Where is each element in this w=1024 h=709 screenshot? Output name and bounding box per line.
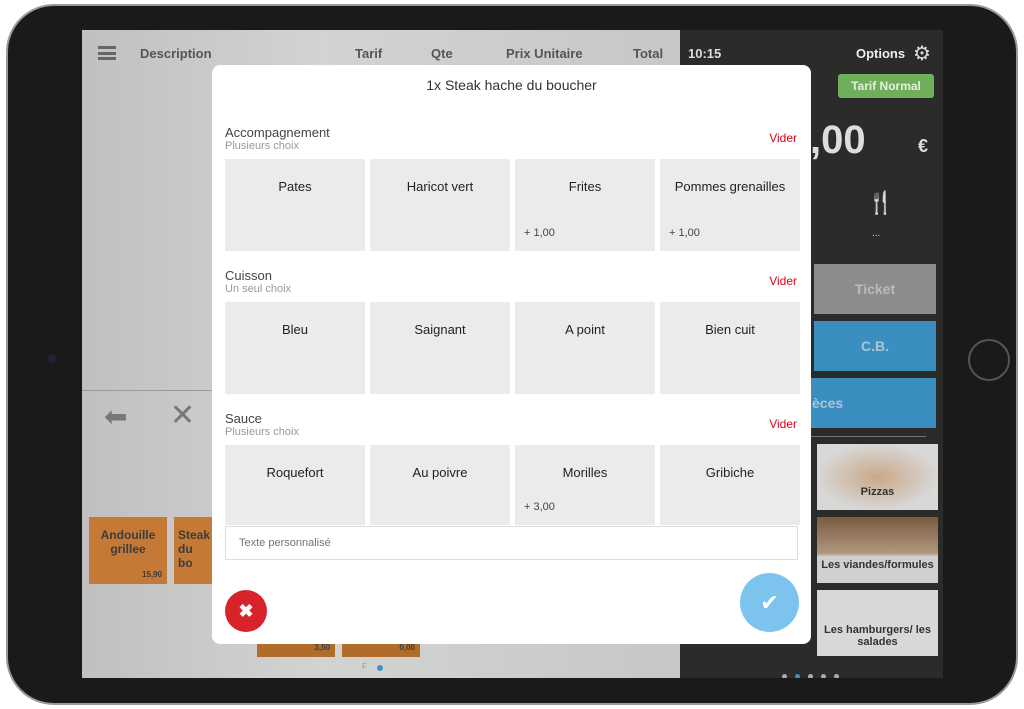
pagination (782, 666, 839, 678)
category-pizzas[interactable]: Pizzas (817, 444, 938, 510)
option-label: Frites (568, 179, 602, 194)
option-label: Morilles (562, 465, 608, 480)
option-tile[interactable]: Gribiche (660, 445, 800, 525)
delete-icon[interactable]: ✕ (170, 398, 195, 433)
currency: € (918, 136, 929, 156)
clear-button[interactable]: Vider (769, 131, 797, 145)
option-label: A point (565, 322, 605, 337)
option-label: Saignant (414, 322, 466, 337)
option-label: Bien cuit (705, 322, 755, 337)
section-title: Accompagnement (225, 125, 330, 140)
section-title: Cuisson (225, 268, 272, 283)
option-tile[interactable]: A point (515, 302, 655, 394)
cancel-button[interactable]: ✖ (225, 590, 267, 632)
menu-icon[interactable] (98, 46, 116, 60)
clock: 10:15 (688, 46, 722, 61)
option-label: Gribiche (705, 465, 755, 480)
category-hamburgers[interactable]: Les hamburgers/ les salades (817, 590, 938, 656)
back-arrow-icon[interactable]: ⬅ (104, 400, 127, 433)
close-icon: ✖ (238, 601, 254, 621)
product-tile[interactable]: Andouille grillee 15,90 (89, 517, 167, 584)
cutlery-icon[interactable]: 🍴 (867, 190, 894, 216)
custom-text-input[interactable] (225, 526, 798, 560)
clear-button[interactable]: Vider (769, 417, 797, 431)
option-tile[interactable]: Au poivre (370, 445, 510, 525)
option-label: Roquefort (266, 465, 324, 480)
dialog-title: 1x Steak hache du boucher (426, 77, 597, 93)
option-label: Au poivre (412, 465, 468, 480)
header-prix-unitaire: Prix Unitaire (506, 46, 583, 61)
especes-button[interactable]: èces (790, 378, 936, 428)
option-tile[interactable]: Pommes grenailles + 1,00 (660, 159, 800, 251)
dots-label: ... (872, 228, 881, 239)
option-price: + 1,00 (669, 227, 700, 239)
camera (48, 354, 57, 363)
header-qte: Qte (431, 46, 453, 61)
header-tarif: Tarif (355, 46, 383, 61)
header-description: Description (140, 46, 212, 61)
clear-button[interactable]: Vider (769, 274, 797, 288)
option-tile[interactable]: Haricot vert (370, 159, 510, 251)
option-tile[interactable]: Frites + 1,00 (515, 159, 655, 251)
page-dot[interactable] (808, 674, 813, 678)
option-label: Pommes grenailles (674, 179, 786, 194)
option-price: + 3,00 (524, 501, 555, 513)
check-icon: ✔ (760, 590, 779, 615)
ticket-button[interactable]: Ticket (814, 264, 936, 314)
option-tile[interactable]: Roquefort (225, 445, 365, 525)
option-label: Pates (278, 179, 312, 194)
page-dot[interactable] (821, 674, 826, 678)
option-tile[interactable]: Saignant (370, 302, 510, 394)
home-button[interactable] (968, 339, 1010, 381)
total-amount: ,00 (810, 118, 866, 162)
gear-icon[interactable]: ⚙ (913, 41, 931, 66)
section-hint: Plusieurs choix (225, 140, 299, 152)
section-hint: Plusieurs choix (225, 426, 299, 438)
options-button[interactable]: Options (856, 46, 905, 61)
section-title: Sauce (225, 411, 262, 426)
modifier-dialog: 1x Steak hache du boucher Accompagnement… (212, 65, 811, 644)
confirm-button[interactable]: ✔ (740, 573, 799, 632)
cb-button[interactable]: C.B. (814, 321, 936, 371)
option-label: Haricot vert (406, 179, 474, 194)
option-tile[interactable]: Pates (225, 159, 365, 251)
option-tile[interactable]: Bien cuit (660, 302, 800, 394)
page-dot[interactable] (377, 665, 383, 671)
option-label: Bleu (281, 322, 309, 337)
option-price: + 1,00 (524, 227, 555, 239)
section-hint: Un seul choix (225, 283, 292, 295)
page-dot[interactable] (834, 674, 839, 678)
page-dot[interactable] (782, 674, 787, 678)
pager-letter: F (362, 662, 367, 671)
option-tile[interactable]: Bleu (225, 302, 365, 394)
option-tile[interactable]: Morilles + 3,00 (515, 445, 655, 525)
header-total: Total (633, 46, 664, 61)
page-dot[interactable] (795, 674, 800, 678)
category-viandes[interactable]: Les viandes/formules (817, 517, 938, 583)
tarif-normal-button[interactable]: Tarif Normal (838, 74, 934, 98)
